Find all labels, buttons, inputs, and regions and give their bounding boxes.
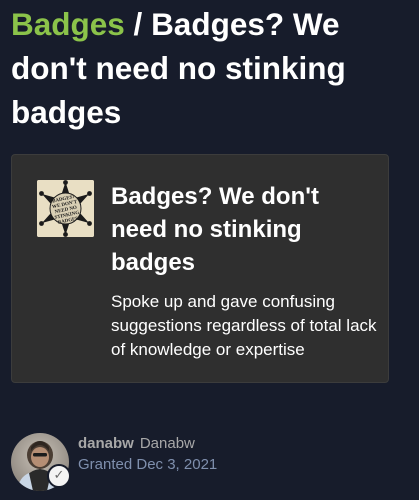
username-link[interactable]: danabw: [78, 435, 134, 452]
badge-grant-item: ✓ danabw Danabw Granted Dec 3, 2021: [11, 433, 411, 493]
user-line: danabw Danabw: [78, 435, 195, 453]
badge-card: BADGES? WE DON'T NEED NO STINKING BADGES…: [11, 154, 389, 383]
granted-date-value: Dec 3, 2021: [136, 456, 218, 473]
checkmark-icon: ✓: [47, 464, 71, 488]
sheriff-star-badge-icon: BADGES? WE DON'T NEED NO STINKING BADGES: [37, 180, 94, 237]
display-name: Danabw: [139, 435, 195, 452]
breadcrumb-separator: /: [124, 6, 152, 42]
granted-prefix: Granted: [78, 456, 137, 473]
badge-description: Spoke up and gave confusing suggestions …: [111, 292, 377, 359]
granted-date: Granted Dec 3, 2021: [78, 456, 217, 473]
badge-name: Badges? We don't need no stinking badges: [111, 183, 319, 276]
page-title: Badges / Badges? We don't need no stinki…: [11, 2, 411, 134]
breadcrumb-badges-link[interactable]: Badges: [11, 6, 125, 42]
